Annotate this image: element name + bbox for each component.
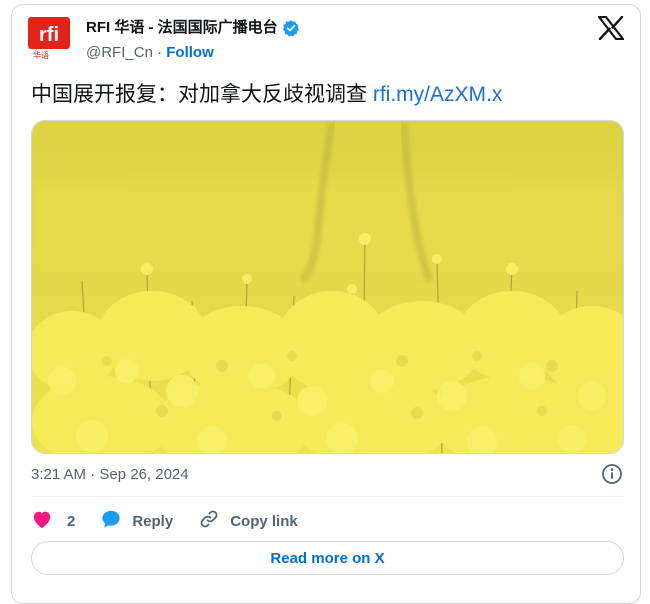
- info-icon[interactable]: [601, 463, 623, 490]
- reply-button[interactable]: Reply: [100, 509, 173, 533]
- link-icon: [198, 508, 220, 534]
- like-button[interactable]: 2: [31, 509, 75, 533]
- verified-badge-icon: [282, 19, 300, 37]
- heart-icon: [31, 509, 53, 533]
- tweet-body: 中国展开报复：对加拿大反歧视调查: [31, 83, 367, 106]
- tweet-timestamp[interactable]: 3:21 AM · Sep 26, 2024: [31, 465, 189, 485]
- like-count: 2: [67, 512, 76, 530]
- copy-link-label: Copy link: [230, 512, 298, 530]
- tweet-actions: 2 Reply Copy link: [31, 508, 298, 534]
- follow-button[interactable]: Follow: [166, 44, 214, 61]
- author-name[interactable]: RFI 华语 - 法国国际广播电台: [86, 18, 278, 38]
- divider: [31, 496, 624, 497]
- tweet-text: 中国展开报复：对加拿大反歧视调查 rfi.my/AzXM.x: [31, 81, 502, 109]
- reply-label: Reply: [132, 512, 174, 530]
- reply-bubble-icon: [100, 509, 122, 533]
- read-more-button[interactable]: Read more on X: [31, 541, 624, 575]
- copy-link-button[interactable]: Copy link: [198, 508, 298, 534]
- author-handle-row: @RFI_Cn · Follow: [86, 43, 214, 63]
- x-logo-icon[interactable]: [597, 15, 625, 41]
- author-handle[interactable]: @RFI_Cn: [86, 44, 153, 61]
- separator-dot: ·: [157, 44, 163, 61]
- author-name-row[interactable]: RFI 华语 - 法国国际广播电台: [86, 18, 300, 38]
- tweet-media-image[interactable]: [31, 120, 624, 454]
- avatar-sub-text: 华语: [33, 50, 49, 60]
- avatar[interactable]: rfi 华语: [27, 16, 71, 60]
- avatar-logo-text: rfi: [39, 24, 59, 46]
- tweet-link[interactable]: rfi.my/AzXM.x: [373, 83, 503, 106]
